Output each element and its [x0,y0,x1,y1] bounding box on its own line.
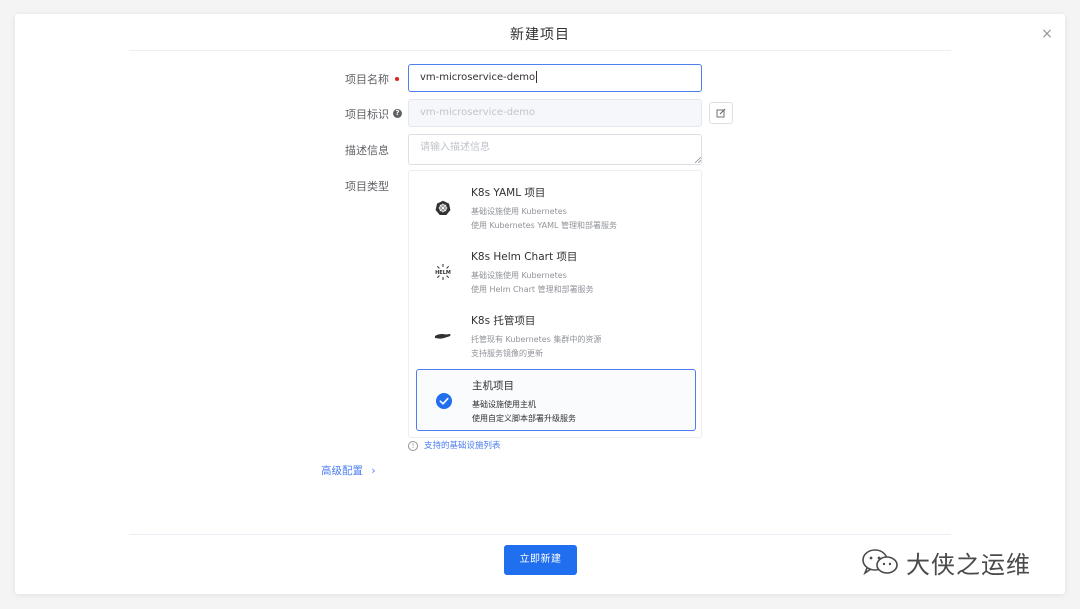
infra-list-link[interactable]: ! 支持的基础设施列表 [408,439,501,451]
check-circle-icon [435,392,453,410]
text-caret [536,71,538,83]
wechat-icon [862,549,898,576]
header-divider [129,50,951,51]
dialog-title: 新建项目 [510,27,570,43]
project-key-label: 项目标识 [345,108,389,121]
type-desc-line: 使用 Kubernetes YAML 管理和部署服务 [471,221,618,230]
type-title: 主机项目 [472,380,514,392]
hand-icon [434,327,452,345]
kubernetes-icon [434,199,452,217]
footer-divider [129,534,951,535]
project-type-label: 项目类型 [345,180,389,193]
project-type-list: K8s YAML 项目 基础设施使用 Kubernetes 使用 Kuberne… [408,170,702,438]
required-indicator [395,77,399,81]
create-now-button[interactable]: 立即新建 [504,545,577,575]
type-desc-line: 使用自定义脚本部署升级服务 [472,414,576,423]
project-name-input[interactable]: vm-microservice-demo [408,64,702,92]
info-icon: ! [408,440,418,451]
type-desc-line: 支持服务镜像的更新 [471,349,543,358]
watermark-text: 大侠之运维 [906,550,1031,579]
project-type-k8s-helm[interactable]: HELM K8s Helm Chart 项目 基础设施使用 Kubernetes… [416,241,696,303]
type-title: K8s Helm Chart 项目 [471,251,578,263]
type-desc-line: 基础设施使用主机 [472,400,536,409]
close-icon[interactable]: × [1039,26,1055,42]
project-type-host[interactable]: 主机项目 基础设施使用主机 使用自定义脚本部署升级服务 [416,369,696,431]
description-textarea[interactable]: 请输入描述信息 [408,134,702,165]
new-project-dialog: 新建项目 × 项目名称 vm-microservice-demo 项目标识 ? … [15,14,1065,594]
project-name-label: 项目名称 [345,73,389,86]
project-type-k8s-yaml[interactable]: K8s YAML 项目 基础设施使用 Kubernetes 使用 Kuberne… [416,177,696,239]
helm-icon: HELM [434,263,452,281]
advanced-config-toggle[interactable]: 高级配置 › [321,463,376,478]
type-desc-line: 托管现有 Kubernetes 集群中的资源 [471,335,602,344]
type-desc-line: 使用 Helm Chart 管理和部署服务 [471,285,594,294]
type-desc-line: 基础设施使用 Kubernetes [471,207,567,216]
type-title: K8s 托管项目 [471,315,536,327]
project-type-k8s-hosted[interactable]: K8s 托管项目 托管现有 Kubernetes 集群中的资源 支持服务镜像的更… [416,305,696,367]
infra-list-text: 支持的基础设施列表 [424,441,501,451]
type-title: K8s YAML 项目 [471,187,546,199]
wechat-watermark: 大侠之运维 [860,545,1050,579]
project-name-value: vm-microservice-demo [420,72,536,83]
edit-key-button[interactable] [709,102,733,124]
resize-handle-icon[interactable] [695,157,701,163]
chevron-right-icon: › [371,465,376,477]
edit-icon [716,108,726,118]
type-desc-line: 基础设施使用 Kubernetes [471,271,567,280]
svg-text:HELM: HELM [435,270,451,276]
advanced-config-label: 高级配置 [321,465,363,477]
project-key-input: vm-microservice-demo [408,99,702,127]
description-label: 描述信息 [345,144,389,157]
help-icon[interactable]: ? [393,109,402,118]
